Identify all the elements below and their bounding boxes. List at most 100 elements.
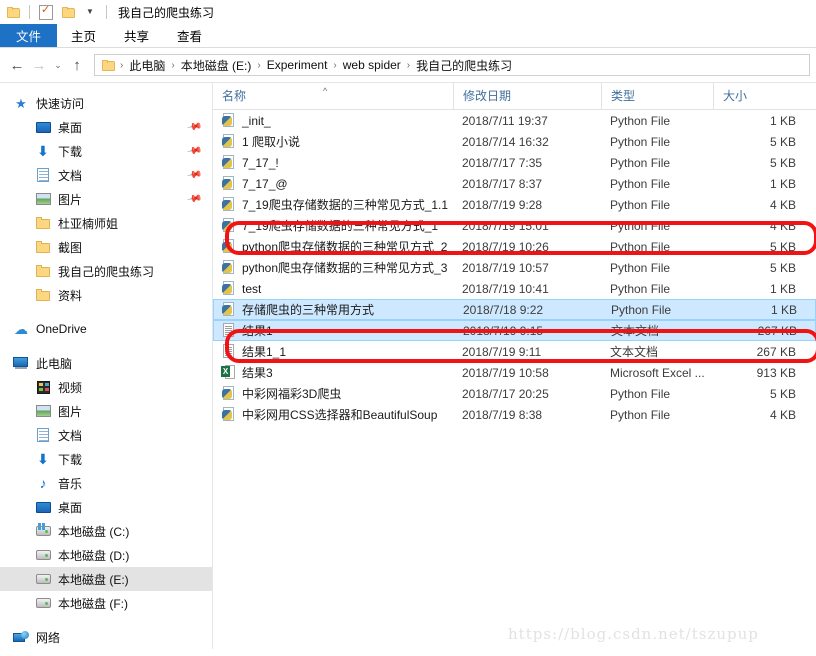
sidebar-item-label: 杜亚楠师姐 [58, 216, 119, 231]
file-name-cell[interactable]: 结果3 [213, 364, 453, 381]
up-icon[interactable]: ↑ [66, 54, 88, 76]
tab-home[interactable]: 主页 [57, 24, 110, 47]
this-pc-icon [12, 355, 30, 371]
sidebar-item-my-spider-practice[interactable]: 我自己的爬虫练习 [0, 259, 212, 283]
file-name-cell[interactable]: 7_19爬虫存储数据的三种常见方式_1.1 [213, 196, 453, 213]
sidebar-item-drive-e[interactable]: 本地磁盘 (E:) [0, 567, 212, 591]
breadcrumb-item-2[interactable]: Experiment [264, 58, 331, 72]
file-name-cell[interactable]: 结果1_1 [213, 343, 453, 360]
sidebar-item-documents-pc[interactable]: 文档 [0, 423, 212, 447]
new-folder-icon[interactable] [59, 3, 77, 21]
file-list-pane[interactable]: 名称 ^ 修改日期 类型 大小 _init_ 2018/7/11 19:37 Pyt… [213, 83, 816, 649]
sidebar-item-drive-f[interactable]: 本地磁盘 (F:) [0, 591, 212, 615]
sidebar-item-pictures[interactable]: 图片 📌 [0, 187, 212, 211]
table-row[interactable]: python爬虫存储数据的三种常见方式_3 2018/7/19 10:57 Pyth… [213, 257, 816, 278]
sidebar-group-this-pc[interactable]: 此电脑 [0, 351, 212, 375]
column-header-name[interactable]: 名称 ^ [213, 83, 453, 109]
file-name-cell[interactable]: 中彩网用CSS选择器和BeautifulSoup [213, 406, 453, 423]
pin-icon[interactable]: 📌 [186, 167, 203, 183]
desktop-icon [34, 499, 52, 515]
sidebar-group-onedrive[interactable]: ☁ OneDrive [0, 317, 212, 341]
file-date-cell: 2018/7/19 9:28 [462, 197, 543, 212]
file-name-cell[interactable]: 存储爬虫的三种常用方式 [214, 301, 454, 318]
sidebar-gap-3 [0, 615, 212, 625]
sidebar-item-documents[interactable]: 文档 📌 [0, 163, 212, 187]
breadcrumb[interactable]: › 此电脑 › 本地磁盘 (E:) › Experiment › web spi… [94, 54, 810, 76]
sidebar-item-label: 视频 [58, 380, 83, 395]
sidebar-item-pictures-pc[interactable]: 图片 [0, 399, 212, 423]
folder-icon [34, 239, 52, 255]
table-row[interactable]: python爬虫存储数据的三种常见方式_2 2018/7/19 10:26 Pyth… [213, 236, 816, 257]
file-date-cell: 2018/7/14 16:32 [462, 134, 549, 149]
sidebar-item-label: 资料 [58, 288, 83, 303]
sidebar-item-downloads[interactable]: ⬇ 下载 📌 [0, 139, 212, 163]
table-row[interactable]: 中彩网福彩3D爬虫 2018/7/17 20:25 Python File 5 KB [213, 383, 816, 404]
column-header-size[interactable]: 大小 [713, 83, 808, 109]
pin-icon[interactable]: 📌 [186, 191, 203, 207]
table-row[interactable]: 结果3 2018/7/19 10:58 Microsoft Excel ... 913… [213, 362, 816, 383]
file-size-cell: 5 KB [769, 134, 796, 149]
sidebar-item-label: 桌面 [58, 500, 83, 515]
quick-access-toolbar[interactable]: ▼ [4, 3, 110, 21]
sidebar-item-videos[interactable]: 视频 [0, 375, 212, 399]
customize-dropdown-icon[interactable]: ▼ [81, 3, 99, 21]
sidebar-item-materials[interactable]: 资料 [0, 283, 212, 307]
file-name-cell[interactable]: 7_17_@ [213, 176, 453, 191]
sidebar-item-duyanan[interactable]: 杜亚楠师姐 [0, 211, 212, 235]
sidebar-item-desktop[interactable]: 桌面 📌 [0, 115, 212, 139]
sidebar-item-drive-c[interactable]: 本地磁盘 (C:) [0, 519, 212, 543]
table-row[interactable]: 1 爬取小说 2018/7/14 16:32 Python File 5 KB [213, 131, 816, 152]
file-name-cell[interactable]: python爬虫存储数据的三种常见方式_3 [213, 259, 453, 276]
recent-locations-chevron-down-icon[interactable]: ⌄ [50, 54, 66, 76]
back-icon[interactable]: ← [6, 54, 28, 76]
table-row[interactable]: 结果1_1 2018/7/19 9:11 文本文档 267 KB [213, 341, 816, 362]
file-name-cell[interactable]: 中彩网福彩3D爬虫 [213, 385, 453, 402]
sidebar-item-music[interactable]: ♪ 音乐 [0, 471, 212, 495]
column-header-type[interactable]: 类型 [601, 83, 713, 109]
file-name-cell[interactable]: 1 爬取小说 [213, 133, 453, 150]
sidebar-group-quick-access[interactable]: ★ 快速访问 [0, 91, 212, 115]
table-row[interactable]: 存储爬虫的三种常用方式 2018/7/18 9:22 Python File 1 KB [213, 299, 816, 320]
table-row[interactable]: 结果1 2018/7/19 9:15 文本文档 267 KB [213, 320, 816, 341]
navigation-pane[interactable]: ★ 快速访问 桌面 📌 ⬇ 下载 📌 文档 📌 图片 📌 杜亚楠师姐 截图 我自… [0, 83, 213, 649]
file-name-cell[interactable]: 7_19爬虫存储数据的三种常见方式_1 [213, 217, 453, 234]
pin-icon[interactable]: 📌 [186, 143, 203, 159]
pin-icon[interactable]: 📌 [186, 119, 203, 135]
folder-icon[interactable] [4, 3, 22, 21]
table-row[interactable]: 7_19爬虫存储数据的三种常见方式_1.1 2018/7/19 9:28 Pytho… [213, 194, 816, 215]
table-row[interactable]: _init_ 2018/7/11 19:37 Python File 1 KB [213, 110, 816, 131]
table-row[interactable]: 7_19爬虫存储数据的三种常见方式_1 2018/7/19 15:01 Python… [213, 215, 816, 236]
table-row[interactable]: 7_17_! 2018/7/17 7:35 Python File 5 KB [213, 152, 816, 173]
folder-icon [34, 263, 52, 279]
file-size-cell: 267 KB [756, 344, 796, 359]
file-type-cell: Python File [610, 239, 671, 254]
sidebar-item-desktop-pc[interactable]: 桌面 [0, 495, 212, 519]
file-name-cell[interactable]: 结果1 [214, 322, 454, 339]
breadcrumb-item-3[interactable]: web spider [340, 58, 404, 72]
sidebar-group-network[interactable]: 网络 [0, 625, 212, 649]
sidebar-item-label: 下载 [58, 144, 83, 159]
breadcrumb-item-1[interactable]: 本地磁盘 (E:) [178, 57, 255, 74]
breadcrumb-item-4[interactable]: 我自己的爬虫练习 [413, 57, 515, 74]
column-header-date[interactable]: 修改日期 [453, 83, 601, 109]
file-name-cell[interactable]: python爬虫存储数据的三种常见方式_2 [213, 238, 453, 255]
file-size-cell: 1 KB [769, 281, 796, 296]
python-file-icon [222, 155, 236, 170]
table-row[interactable]: test 2018/7/19 10:41 Python File 1 KB [213, 278, 816, 299]
sidebar-item-downloads-pc[interactable]: ⬇ 下载 [0, 447, 212, 471]
desktop-icon [34, 119, 52, 135]
tab-view[interactable]: 查看 [163, 24, 216, 47]
tab-file[interactable]: 文件 [0, 24, 58, 47]
forward-icon[interactable]: → [28, 54, 50, 76]
table-row[interactable]: 中彩网用CSS选择器和BeautifulSoup 2018/7/19 8:38 Py… [213, 404, 816, 425]
table-row[interactable]: 7_17_@ 2018/7/17 8:37 Python File 1 KB [213, 173, 816, 194]
properties-icon[interactable] [37, 3, 55, 21]
file-name-cell[interactable]: 7_17_! [213, 155, 453, 170]
file-name-cell[interactable]: test [213, 281, 453, 296]
sidebar-item-drive-d[interactable]: 本地磁盘 (D:) [0, 543, 212, 567]
tab-share[interactable]: 共享 [110, 24, 163, 47]
file-name-cell[interactable]: _init_ [213, 113, 453, 128]
breadcrumb-item-0[interactable]: 此电脑 [126, 57, 168, 74]
file-size-cell: 1 KB [770, 302, 797, 317]
sidebar-item-screenshots[interactable]: 截图 [0, 235, 212, 259]
